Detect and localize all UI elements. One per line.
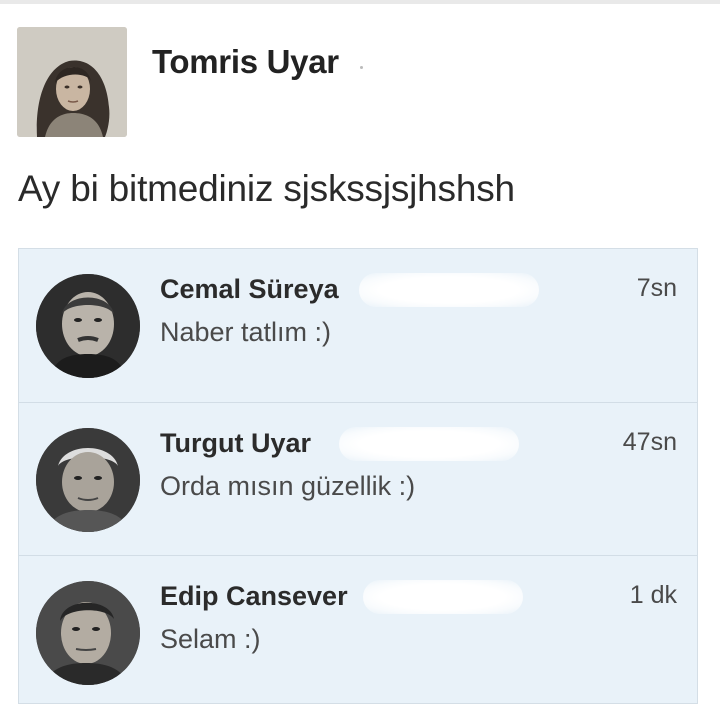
- chat-timestamp: 47sn: [622, 428, 677, 456]
- redacted-area: [363, 580, 523, 614]
- redacted-area: [339, 427, 519, 461]
- post-author-name[interactable]: Tomris Uyar: [152, 43, 339, 81]
- chat-contact-name: Turgut Uyar: [160, 428, 312, 458]
- redacted-area: [359, 273, 539, 307]
- chat-row-turgut-uyar[interactable]: Turgut Uyar Orda mısın güzellik :) 47sn: [19, 402, 697, 556]
- chat-avatar[interactable]: [36, 274, 140, 378]
- chat-last-message: Naber tatlım :): [160, 317, 332, 347]
- man-portrait-icon: [36, 428, 140, 532]
- man-portrait-icon: [36, 274, 140, 378]
- chat-avatar[interactable]: [36, 428, 140, 532]
- top-divider: [0, 0, 720, 4]
- chat-avatar[interactable]: [36, 581, 140, 685]
- chat-row-cemal-sureya[interactable]: Cemal Süreya Naber tatlım :) 7sn: [19, 249, 697, 402]
- chat-contact-name: Edip Cansever: [160, 581, 348, 611]
- man-portrait-icon: [36, 581, 140, 685]
- chat-row-edip-cansever[interactable]: Edip Cansever Selam :) 1 dk: [19, 555, 697, 709]
- chat-timestamp: 7sn: [636, 274, 677, 302]
- chat-last-message: Selam :): [160, 624, 261, 654]
- woman-portrait-icon: [17, 27, 127, 137]
- post-author-avatar[interactable]: [17, 27, 127, 137]
- post-text: Ay bi bitmediniz sjskssjsjhshsh: [18, 168, 515, 209]
- chat-last-message: Orda mısın güzellik :): [160, 471, 416, 501]
- chat-list: Cemal Süreya Naber tatlım :) 7sn Turgut …: [18, 248, 698, 704]
- chat-timestamp: 1 dk: [629, 581, 677, 609]
- chat-contact-name: Cemal Süreya: [160, 274, 339, 304]
- separator-dot: [360, 66, 363, 69]
